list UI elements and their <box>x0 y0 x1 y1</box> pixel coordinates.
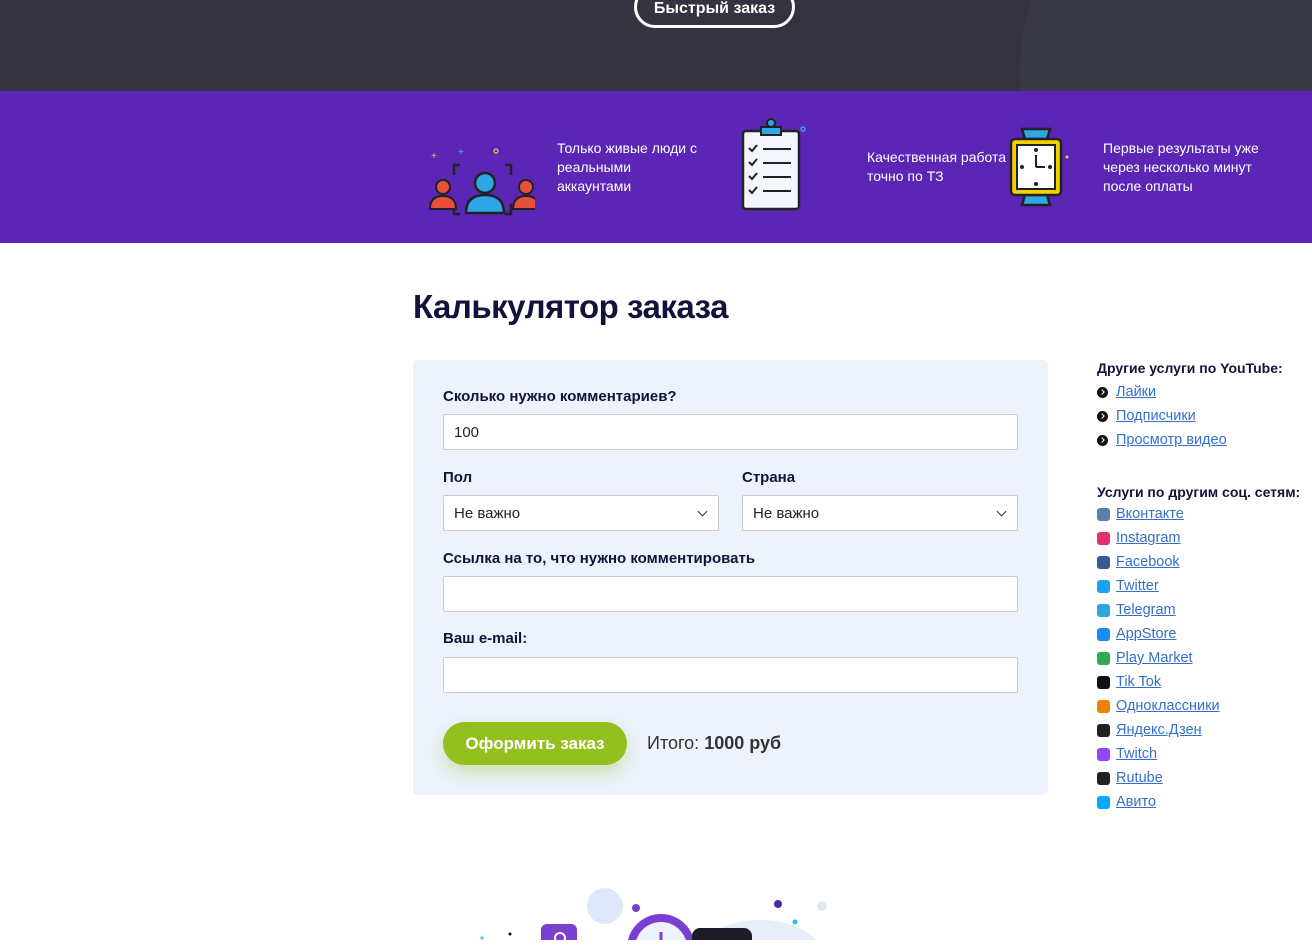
gender-select-value: Не важно <box>454 504 521 522</box>
list-item: Telegram <box>1097 598 1312 622</box>
feature-text: Первые результаты уже через несколько ми… <box>1103 139 1259 194</box>
arrow-bullet-icon <box>1097 386 1108 398</box>
zen-icon <box>1097 723 1110 737</box>
list-item: Авито <box>1097 790 1312 814</box>
social-service-link[interactable]: Rutube <box>1116 770 1163 786</box>
facebook-icon <box>1097 555 1110 569</box>
list-item: Play Market <box>1097 646 1312 670</box>
comments-count-label: Сколько нужно комментариев? <box>443 388 677 405</box>
total-label: Итого: <box>647 733 700 753</box>
svg-text:+: + <box>431 151 437 162</box>
social-service-link[interactable]: Яндекс.Дзен <box>1116 722 1202 738</box>
svg-text:+: + <box>458 147 464 158</box>
social-service-link[interactable]: Одноклассники <box>1116 698 1220 714</box>
social-services-list: Вконтакте Instagram Facebook Twitter Telegra… <box>1097 502 1312 814</box>
social-service-link[interactable]: Twitch <box>1116 746 1157 762</box>
twitter-icon <box>1097 579 1110 593</box>
feature-fast-results: Первые результаты уже через несколько ми… <box>995 91 1273 243</box>
appstore-icon <box>1097 627 1110 641</box>
twitch-icon <box>1097 747 1110 761</box>
ok-icon <box>1097 699 1110 713</box>
tiktok-icon <box>1097 675 1110 689</box>
people-icon: + + <box>425 117 541 237</box>
list-item: Просмотр видео <box>1097 428 1312 452</box>
email-label: Ваш e-mail: <box>443 630 528 647</box>
avito-icon <box>1097 795 1110 809</box>
list-item: Подписчики <box>1097 404 1312 428</box>
list-item: Twitch <box>1097 742 1312 766</box>
gender-label: Пол <box>443 469 473 486</box>
country-select-value: Не важно <box>753 504 820 522</box>
vk-icon <box>1097 507 1110 521</box>
gender-select[interactable]: Не важно <box>443 495 719 531</box>
social-services-heading: Услуги по другим соц. сетям: <box>1097 484 1301 500</box>
country-select[interactable]: Не важно <box>742 495 1018 531</box>
list-item: Twitter <box>1097 574 1312 598</box>
playmarket-icon <box>1097 651 1110 665</box>
feature-text: Только живые люди с реальными аккаунтами <box>557 139 697 194</box>
comments-count-input[interactable]: 100 <box>443 414 1018 450</box>
social-service-link[interactable]: Telegram <box>1116 602 1176 618</box>
social-service-link[interactable]: Tik Tok <box>1116 674 1161 690</box>
service-link-subscribers[interactable]: Подписчики <box>1116 408 1196 424</box>
arrow-bullet-icon <box>1097 434 1108 446</box>
email-input[interactable] <box>443 657 1018 693</box>
bottom-illustration <box>470 880 840 945</box>
social-service-link[interactable]: Twitter <box>1116 578 1159 594</box>
link-label: Ссылка на то, что нужно комментировать <box>443 550 756 567</box>
chevron-down-icon <box>996 506 1007 517</box>
list-item: Яндекс.Дзен <box>1097 718 1312 742</box>
order-calculator-form: Сколько нужно комментариев? 100 Пол Не в… <box>413 360 1048 795</box>
quick-order-button[interactable]: Быстрый заказ <box>634 0 795 28</box>
hero-banner: Быстрый заказ <box>0 0 1312 91</box>
watch-icon <box>995 117 1105 229</box>
social-service-link[interactable]: Вконтакте <box>1116 506 1184 522</box>
social-service-link[interactable]: Instagram <box>1116 530 1180 546</box>
instagram-icon <box>1097 531 1110 545</box>
features-strip: + + Только живые люди с реальными аккаун… <box>0 91 1312 243</box>
rutube-icon <box>1097 771 1110 785</box>
social-service-link[interactable]: Авито <box>1116 794 1156 810</box>
list-item: Rutube <box>1097 766 1312 790</box>
list-item: Facebook <box>1097 550 1312 574</box>
country-label: Страна <box>742 469 796 486</box>
youtube-services-heading: Другие услуги по YouTube: <box>1097 360 1283 376</box>
list-item: Одноклассники <box>1097 694 1312 718</box>
list-item: Instagram <box>1097 526 1312 550</box>
total-value: 1000 руб <box>704 733 782 753</box>
service-link-views[interactable]: Просмотр видео <box>1116 432 1227 448</box>
page-title: Калькулятор заказа <box>413 288 728 325</box>
hero-decoration <box>1020 0 1312 91</box>
services-sidebar: Другие услуги по YouTube: Лайки Подписчи… <box>1097 360 1312 814</box>
chevron-down-icon <box>697 506 708 517</box>
social-service-link[interactable]: Facebook <box>1116 554 1180 570</box>
feature-live-people: + + Только живые люди с реальными аккаун… <box>425 91 707 243</box>
list-item: Лайки <box>1097 380 1312 404</box>
arrow-bullet-icon <box>1097 410 1108 422</box>
link-input[interactable] <box>443 576 1018 612</box>
order-total: Итого: 1000 руб <box>647 733 781 754</box>
social-service-link[interactable]: Play Market <box>1116 650 1193 666</box>
social-service-link[interactable]: AppStore <box>1116 626 1176 642</box>
list-item: AppStore <box>1097 622 1312 646</box>
checklist-icon <box>735 117 845 217</box>
service-link-likes[interactable]: Лайки <box>1116 384 1156 400</box>
youtube-services-list: Лайки Подписчики Просмотр видео <box>1097 380 1312 452</box>
telegram-icon <box>1097 603 1110 617</box>
feature-quality: Качественная работа точно по ТЗ <box>735 91 1017 243</box>
place-order-button[interactable]: Оформить заказ <box>443 722 627 765</box>
list-item: Tik Tok <box>1097 670 1312 694</box>
list-item: Вконтакте <box>1097 502 1312 526</box>
